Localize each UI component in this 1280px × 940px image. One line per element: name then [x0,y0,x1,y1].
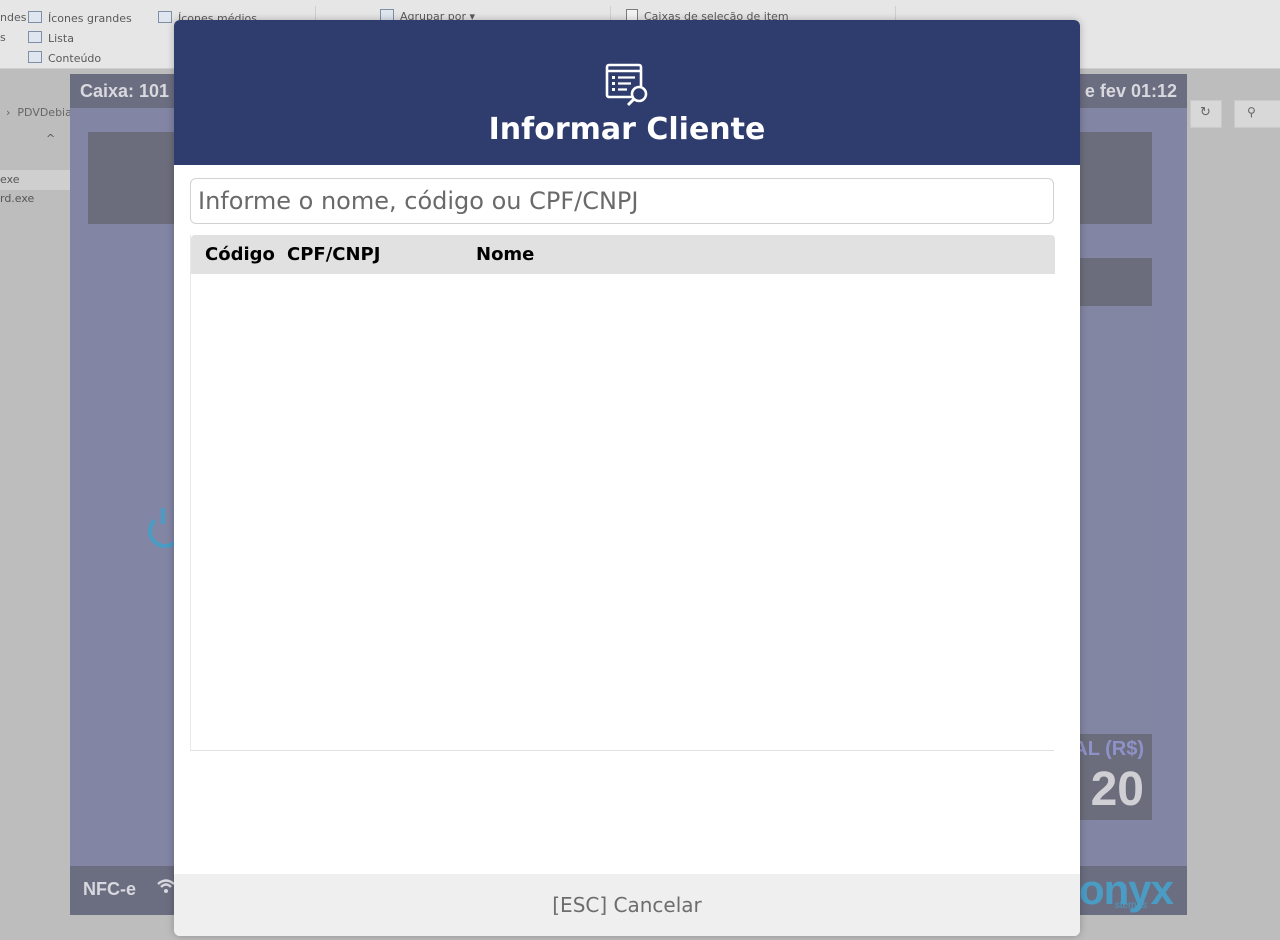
column-header-cpf-cnpj[interactable]: CPF/CNPJ [287,244,380,265]
dialog-header: Informar Cliente [174,20,1080,165]
file-item[interactable]: rd.exe [0,192,34,205]
large-icons-icon [28,11,42,23]
dialog-title: Informar Cliente [488,112,766,147]
ribbon-item[interactable]: s [0,31,6,44]
dialog-footer: [ESC] Cancelar [174,874,1080,936]
total-value: 20 [1090,763,1144,816]
register-label: Caixa: 101 [80,81,170,101]
nfce-label: NFC-e [83,879,136,899]
column-header-codigo[interactable]: Código [205,244,275,265]
clock: e fev 01:12 [1084,81,1177,101]
search-box[interactable]: ⚲ [1234,100,1280,128]
customer-search-input[interactable] [190,178,1054,224]
ribbon-item[interactable]: ndes [0,11,26,24]
ribbon-item-content[interactable]: Conteúdo [28,51,101,65]
explorer-file-list: ^ exe rd.exe [0,126,70,940]
refresh-icon: ↻ [1200,105,1211,120]
column-header-nome[interactable]: Nome [476,244,534,265]
breadcrumb[interactable]: › PDVDebia [6,106,72,119]
table-header: Código CPF/CNPJ Nome [191,235,1055,274]
chevron-right-icon: › [6,106,18,119]
file-item[interactable]: exe [0,170,70,190]
medium-icons-icon [158,11,172,23]
items-header-panel [1070,258,1152,306]
wifi-icon [157,879,175,893]
search-document-icon [605,63,648,107]
ribbon-item-large-icons[interactable]: Ícones grandes [28,11,132,25]
total-label: AL (R$) [1073,738,1144,760]
refresh-button[interactable]: ↻ [1190,100,1222,128]
customer-results-table[interactable]: Código CPF/CNPJ Nome [190,235,1055,751]
search-icon: ⚲ [1247,105,1256,119]
items-area [1070,306,1152,734]
cancel-button[interactable]: [ESC] Cancelar [174,874,1080,936]
content-icon [28,51,42,63]
list-icon [28,31,42,43]
informar-cliente-dialog: Informar Cliente Código CPF/CNPJ Nome [E… [174,20,1080,936]
brand-subtitle: stemas [1114,900,1147,911]
ribbon-item-list[interactable]: Lista [28,31,74,45]
scroll-up-icon[interactable]: ^ [46,132,55,145]
